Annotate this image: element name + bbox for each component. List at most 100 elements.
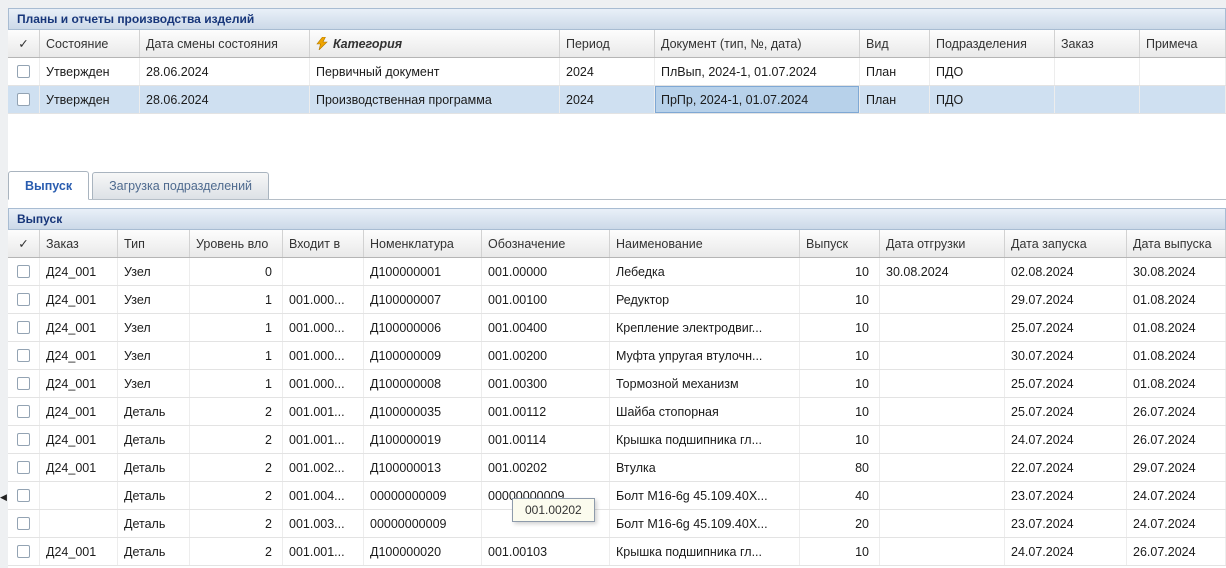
output-cell-designation[interactable]: 001.00000 — [482, 258, 610, 285]
output-row-select-cell[interactable] — [8, 258, 40, 285]
output-cell-output[interactable]: 10 — [800, 370, 880, 397]
output-cell-level[interactable]: 0 — [190, 258, 283, 285]
output-cell-output[interactable]: 10 — [800, 426, 880, 453]
output-cell-name[interactable]: Шайба стопорная — [610, 398, 800, 425]
output-cell-level[interactable]: 2 — [190, 482, 283, 509]
plans-column-header-state[interactable]: Состояние — [40, 30, 140, 57]
output-cell-parent[interactable]: 001.000... — [283, 314, 364, 341]
plans-cell-division[interactable]: ПДО — [930, 58, 1055, 85]
output-cell-designation[interactable]: 001.00202 — [482, 454, 610, 481]
output-table-row[interactable]: Д24_001Деталь2001.001...Д100000035001.00… — [8, 398, 1226, 426]
output-cell-nomenclature[interactable]: Д100000007 — [364, 286, 482, 313]
output-cell-release_date[interactable]: 26.07.2024 — [1127, 426, 1226, 453]
plans-cell-period[interactable]: 2024 — [560, 86, 655, 113]
plans-column-header-document[interactable]: Документ (тип, №, дата) — [655, 30, 860, 57]
row-checkbox[interactable] — [17, 433, 30, 446]
output-cell-ship_date[interactable] — [880, 398, 1005, 425]
output-cell-ship_date[interactable] — [880, 342, 1005, 369]
output-cell-ship_date[interactable] — [880, 286, 1005, 313]
output-cell-output[interactable]: 10 — [800, 398, 880, 425]
output-row-select-cell[interactable] — [8, 454, 40, 481]
output-cell-name[interactable]: Крышка подшипника гл... — [610, 538, 800, 565]
splitter-collapse-arrow-icon[interactable]: ◀ — [0, 489, 8, 505]
output-row-select-cell[interactable] — [8, 482, 40, 509]
output-cell-designation[interactable]: 001.00103 — [482, 538, 610, 565]
output-table-row[interactable]: Д24_001Узел0Д100000001001.00000Лебедка10… — [8, 258, 1226, 286]
plans-cell-note[interactable] — [1140, 86, 1226, 113]
row-checkbox[interactable] — [17, 489, 30, 502]
output-cell-output[interactable]: 20 — [800, 510, 880, 537]
output-cell-start_date[interactable]: 22.07.2024 — [1005, 454, 1127, 481]
output-cell-order[interactable]: Д24_001 — [40, 342, 118, 369]
output-cell-nomenclature[interactable]: Д100000019 — [364, 426, 482, 453]
output-cell-ship_date[interactable] — [880, 426, 1005, 453]
tab-vypusk[interactable]: Выпуск — [8, 171, 89, 200]
output-column-header-start_date[interactable]: Дата запуска — [1005, 230, 1127, 257]
row-checkbox[interactable] — [17, 293, 30, 306]
plans-cell-period[interactable]: 2024 — [560, 58, 655, 85]
output-column-header-order[interactable]: Заказ — [40, 230, 118, 257]
output-cell-release_date[interactable]: 26.07.2024 — [1127, 538, 1226, 565]
output-cell-level[interactable]: 2 — [190, 510, 283, 537]
output-cell-release_date[interactable]: 30.08.2024 — [1127, 258, 1226, 285]
output-cell-type[interactable]: Деталь — [118, 538, 190, 565]
output-cell-order[interactable]: Д24_001 — [40, 258, 118, 285]
plans-cell-division[interactable]: ПДО — [930, 86, 1055, 113]
output-cell-order[interactable]: Д24_001 — [40, 454, 118, 481]
output-cell-start_date[interactable]: 23.07.2024 — [1005, 482, 1127, 509]
output-row-select-cell[interactable] — [8, 538, 40, 565]
output-cell-level[interactable]: 1 — [190, 342, 283, 369]
output-cell-output[interactable]: 40 — [800, 482, 880, 509]
output-table-row[interactable]: Д24_001Узел1001.000...Д100000006001.0040… — [8, 314, 1226, 342]
output-cell-ship_date[interactable]: 30.08.2024 — [880, 258, 1005, 285]
output-cell-nomenclature[interactable]: Д100000008 — [364, 370, 482, 397]
output-cell-nomenclature[interactable]: 00000000009 — [364, 482, 482, 509]
output-cell-name[interactable]: Втулка — [610, 454, 800, 481]
plans-column-header-order[interactable]: Заказ — [1055, 30, 1140, 57]
row-checkbox[interactable] — [17, 265, 30, 278]
output-cell-output[interactable]: 10 — [800, 342, 880, 369]
output-cell-designation[interactable]: 001.00100 — [482, 286, 610, 313]
plans-cell-state_date[interactable]: 28.06.2024 — [140, 86, 310, 113]
output-cell-start_date[interactable]: 30.07.2024 — [1005, 342, 1127, 369]
output-cell-order[interactable]: Д24_001 — [40, 538, 118, 565]
output-cell-start_date[interactable]: 24.07.2024 — [1005, 538, 1127, 565]
output-table-row[interactable]: Д24_001Деталь2001.001...Д100000020001.00… — [8, 538, 1226, 566]
plans-cell-state[interactable]: Утвержден — [40, 86, 140, 113]
plans-column-header-period[interactable]: Период — [560, 30, 655, 57]
plans-cell-state_date[interactable]: 28.06.2024 — [140, 58, 310, 85]
plans-table-row[interactable]: Утвержден28.06.2024Производственная прог… — [8, 86, 1226, 114]
output-cell-release_date[interactable]: 26.07.2024 — [1127, 398, 1226, 425]
output-cell-start_date[interactable]: 24.07.2024 — [1005, 426, 1127, 453]
output-table-row[interactable]: Д24_001Узел1001.000...Д100000007001.0010… — [8, 286, 1226, 314]
output-row-select-cell[interactable] — [8, 286, 40, 313]
output-cell-parent[interactable] — [283, 258, 364, 285]
output-column-header-ship_date[interactable]: Дата отгрузки — [880, 230, 1005, 257]
plans-select-all-header[interactable]: ✓ — [8, 30, 40, 57]
output-cell-order[interactable]: Д24_001 — [40, 314, 118, 341]
output-column-header-level[interactable]: Уровень вло — [190, 230, 283, 257]
output-cell-ship_date[interactable] — [880, 482, 1005, 509]
output-cell-output[interactable]: 10 — [800, 258, 880, 285]
output-cell-level[interactable]: 1 — [190, 286, 283, 313]
output-cell-type[interactable]: Деталь — [118, 454, 190, 481]
output-cell-type[interactable]: Деталь — [118, 426, 190, 453]
row-checkbox[interactable] — [17, 377, 30, 390]
output-column-header-release_date[interactable]: Дата выпуска — [1127, 230, 1226, 257]
output-cell-level[interactable]: 2 — [190, 398, 283, 425]
plans-cell-note[interactable] — [1140, 58, 1226, 85]
output-cell-start_date[interactable]: 25.07.2024 — [1005, 370, 1127, 397]
output-cell-output[interactable]: 10 — [800, 286, 880, 313]
output-cell-start_date[interactable]: 25.07.2024 — [1005, 314, 1127, 341]
output-table-row[interactable]: Д24_001Деталь2001.001...Д100000019001.00… — [8, 426, 1226, 454]
output-table-row[interactable]: Д24_001Деталь2001.002...Д100000013001.00… — [8, 454, 1226, 482]
plans-column-header-division[interactable]: Подразделения — [930, 30, 1055, 57]
output-cell-parent[interactable]: 001.001... — [283, 538, 364, 565]
output-column-header-parent[interactable]: Входит в — [283, 230, 364, 257]
row-checkbox[interactable] — [17, 65, 30, 78]
output-cell-parent[interactable]: 001.004... — [283, 482, 364, 509]
output-cell-designation[interactable]: 001.00114 — [482, 426, 610, 453]
output-cell-parent[interactable]: 001.000... — [283, 342, 364, 369]
output-cell-order[interactable]: Д24_001 — [40, 426, 118, 453]
output-cell-release_date[interactable]: 24.07.2024 — [1127, 482, 1226, 509]
